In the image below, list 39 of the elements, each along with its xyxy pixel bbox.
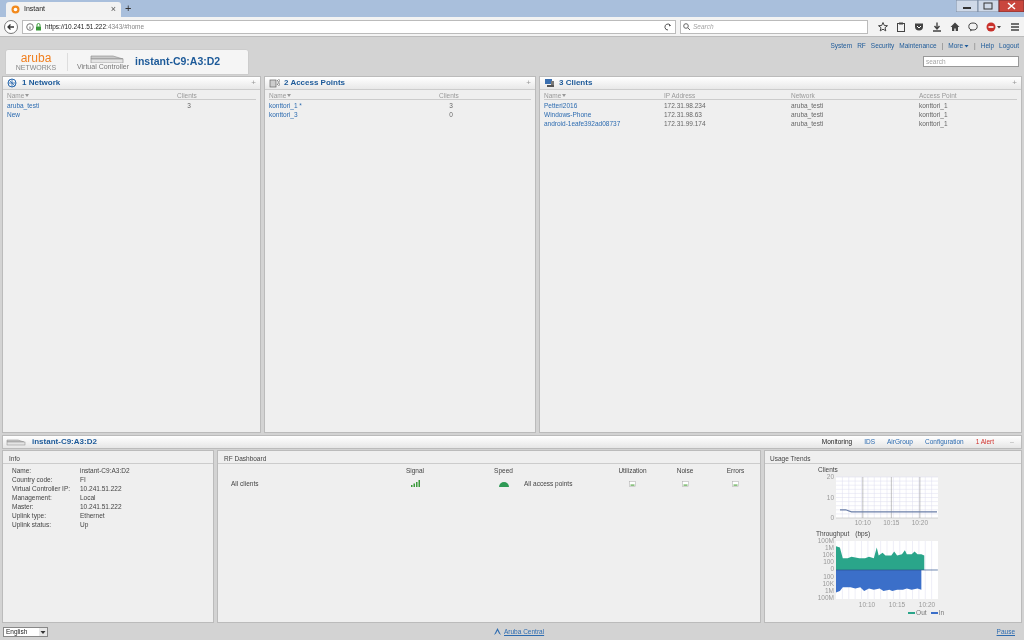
panel-title: 3 Clients	[559, 77, 593, 89]
window-controls-icon[interactable]	[956, 0, 1024, 12]
pocket-icon[interactable]	[914, 21, 924, 32]
sort-caret-icon	[25, 94, 30, 98]
noise-icon	[681, 480, 689, 487]
sort-caret-icon	[287, 94, 292, 98]
signal-icon	[410, 480, 420, 488]
logo-text: aruba	[20, 52, 52, 64]
speech-bubble-icon[interactable]	[968, 21, 978, 32]
controller-title: instant-C9:A3:D2	[135, 54, 221, 70]
reload-icon[interactable]	[664, 22, 672, 31]
detail-title: instant-C9:A3:D2	[32, 436, 97, 448]
caret-icon	[964, 43, 970, 48]
home-icon[interactable]	[950, 21, 960, 32]
add-button[interactable]: +	[1012, 77, 1017, 89]
secure-lock-icon	[26, 22, 42, 31]
download-icon[interactable]	[932, 21, 942, 32]
bookmark-star-icon[interactable]	[878, 21, 888, 32]
add-button[interactable]: +	[251, 77, 256, 89]
aruba-central-icon	[494, 628, 501, 635]
controller-device-icon	[6, 438, 26, 446]
add-button[interactable]: +	[526, 77, 531, 89]
adblock-icon[interactable]	[986, 21, 1002, 32]
computer-icon	[544, 78, 555, 88]
search-icon	[683, 23, 690, 30]
dropdown-arrow-icon	[39, 627, 47, 636]
back-button[interactable]	[4, 19, 18, 34]
errors-icon	[732, 480, 739, 487]
close-tab-button[interactable]: ×	[110, 2, 116, 17]
network-icon	[7, 78, 18, 88]
panel-title: 2 Access Points	[284, 77, 346, 89]
speed-gauge-icon	[498, 480, 509, 487]
sort-caret-icon	[562, 94, 567, 98]
site-icon	[11, 5, 20, 14]
utilization-icon	[629, 480, 636, 487]
clipboard-icon[interactable]	[896, 21, 906, 32]
menu-icon[interactable]	[1010, 21, 1020, 32]
new-tab-button[interactable]: +	[125, 0, 132, 16]
panel-title: 1 Network	[22, 77, 61, 89]
